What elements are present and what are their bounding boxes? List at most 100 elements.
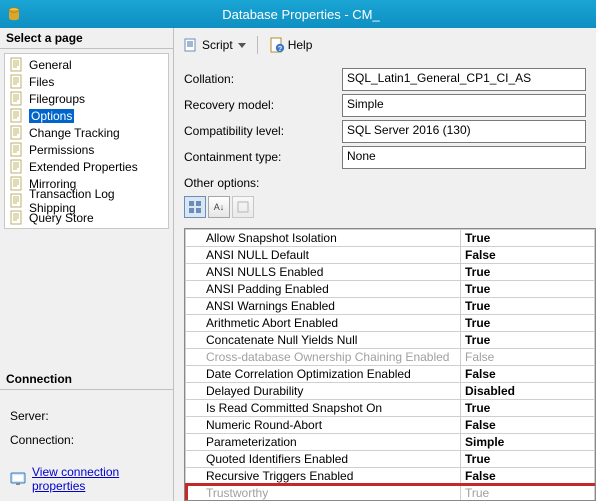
grid-cell-name: Trustworthy xyxy=(186,485,461,501)
grid-row[interactable]: ANSI Padding EnabledTrue xyxy=(186,281,595,298)
grid-row[interactable]: ParameterizationSimple xyxy=(186,434,595,451)
grid-row[interactable]: Date Correlation Optimization EnabledFal… xyxy=(186,366,595,383)
grid-row[interactable]: Is Read Committed Snapshot OnTrue xyxy=(186,400,595,417)
property-pages-button[interactable] xyxy=(232,196,254,218)
grid-cell-name: Cross-database Ownership Chaining Enable… xyxy=(186,349,461,366)
page-icon xyxy=(9,159,25,175)
grid-row[interactable]: TrustworthyTrue xyxy=(186,485,595,501)
grid-cell-value: True xyxy=(461,281,595,298)
grid-row[interactable]: Cross-database Ownership Chaining Enable… xyxy=(186,349,595,366)
page-icon xyxy=(9,176,25,192)
server-label: Server: xyxy=(10,409,163,423)
grid-cell-name: Parameterization xyxy=(186,434,461,451)
app-icon xyxy=(6,6,22,22)
sidebar-item-general[interactable]: General xyxy=(5,56,168,73)
connection-icon xyxy=(10,471,26,487)
page-icon xyxy=(9,193,25,209)
help-label: Help xyxy=(288,38,313,52)
connection-label: Connection: xyxy=(10,433,163,447)
grid-cell-value: True xyxy=(461,400,595,417)
grid-cell-value: False xyxy=(461,247,595,264)
sidebar-item-label: Filegroups xyxy=(29,92,85,106)
grid-cell-name: Recursive Triggers Enabled xyxy=(186,468,461,485)
grid-row[interactable]: Recursive Triggers EnabledFalse xyxy=(186,468,595,485)
sidebar-item-transaction-log-shipping[interactable]: Transaction Log Shipping xyxy=(5,192,168,209)
page-icon xyxy=(9,210,25,226)
grid-cell-value: Disabled xyxy=(461,383,595,400)
grid-cell-name: ANSI NULLS Enabled xyxy=(186,264,461,281)
connection-header: Connection xyxy=(0,369,173,390)
grid-cell-value: True xyxy=(461,230,595,247)
grid-cell-value: False xyxy=(461,366,595,383)
sidebar-item-extended-properties[interactable]: Extended Properties xyxy=(5,158,168,175)
grid-cell-name: Arithmetic Abort Enabled xyxy=(186,315,461,332)
script-label: Script xyxy=(202,38,233,52)
grid-cell-name: Numeric Round-Abort xyxy=(186,417,461,434)
collation-field[interactable]: SQL_Latin1_General_CP1_CI_AS xyxy=(342,68,586,91)
sidebar-item-options[interactable]: Options xyxy=(5,107,168,124)
grid-cell-value: True xyxy=(461,332,595,349)
alphabetical-button[interactable]: A↓ xyxy=(208,196,230,218)
sidebar-item-label: Permissions xyxy=(29,143,94,157)
grid-cell-value: False xyxy=(461,468,595,485)
grid-row[interactable]: Arithmetic Abort EnabledTrue xyxy=(186,315,595,332)
sidebar-item-label: Change Tracking xyxy=(29,126,120,140)
page-icon xyxy=(9,74,25,90)
grid-cell-name: ANSI Warnings Enabled xyxy=(186,298,461,315)
grid-cell-value: True xyxy=(461,298,595,315)
help-button[interactable]: ? Help xyxy=(266,34,316,56)
grid-row[interactable]: ANSI NULLS EnabledTrue xyxy=(186,264,595,281)
options-grid[interactable]: Allow Snapshot IsolationTrueANSI NULL De… xyxy=(184,228,596,501)
compat-label: Compatibility level: xyxy=(184,124,334,138)
other-options-label: Other options: xyxy=(184,176,586,190)
titlebar: Database Properties - CM_ xyxy=(0,0,596,28)
grid-row[interactable]: Delayed DurabilityDisabled xyxy=(186,383,595,400)
window-title: Database Properties - CM_ xyxy=(28,7,596,22)
grid-cell-value: False xyxy=(461,349,595,366)
categorized-button[interactable] xyxy=(184,196,206,218)
select-page-header: Select a page xyxy=(0,28,173,49)
view-connection-link[interactable]: View connection properties xyxy=(32,465,163,493)
collation-label: Collation: xyxy=(184,72,334,86)
sidebar-item-permissions[interactable]: Permissions xyxy=(5,141,168,158)
toolbar: Script ? Help xyxy=(174,28,596,62)
script-button[interactable]: Script xyxy=(180,34,249,56)
sidebar-item-label: General xyxy=(29,58,72,72)
grid-cell-name: Concatenate Null Yields Null xyxy=(186,332,461,349)
grid-row[interactable]: Quoted Identifiers EnabledTrue xyxy=(186,451,595,468)
grid-row[interactable]: Allow Snapshot IsolationTrue xyxy=(186,230,595,247)
grid-cell-name: Allow Snapshot Isolation xyxy=(186,230,461,247)
grid-row[interactable]: ANSI Warnings EnabledTrue xyxy=(186,298,595,315)
page-icon xyxy=(9,125,25,141)
sidebar-item-files[interactable]: Files xyxy=(5,73,168,90)
grid-cell-value: True xyxy=(461,264,595,281)
grid-cell-name: Quoted Identifiers Enabled xyxy=(186,451,461,468)
grid-cell-value: Simple xyxy=(461,434,595,451)
containment-label: Containment type: xyxy=(184,150,334,164)
sidebar-item-change-tracking[interactable]: Change Tracking xyxy=(5,124,168,141)
grid-cell-name: Date Correlation Optimization Enabled xyxy=(186,366,461,383)
sidebar-item-filegroups[interactable]: Filegroups xyxy=(5,90,168,107)
grid-cell-value: True xyxy=(461,485,595,501)
compat-field[interactable]: SQL Server 2016 (130) xyxy=(342,120,586,143)
sidebar-item-label: Query Store xyxy=(29,211,94,225)
grid-cell-value: False xyxy=(461,417,595,434)
grid-row[interactable]: Numeric Round-AbortFalse xyxy=(186,417,595,434)
page-tree: General Files Filegroups Options Change Trac… xyxy=(4,53,169,229)
containment-field[interactable]: None xyxy=(342,146,586,169)
grid-cell-value: True xyxy=(461,315,595,332)
grid-cell-name: ANSI NULL Default xyxy=(186,247,461,264)
chevron-down-icon xyxy=(238,43,246,48)
sidebar-item-label: Options xyxy=(29,109,74,123)
grid-row[interactable]: ANSI NULL DefaultFalse xyxy=(186,247,595,264)
sidebar-item-label: Files xyxy=(29,75,54,89)
grid-cell-name: Is Read Committed Snapshot On xyxy=(186,400,461,417)
grid-row[interactable]: Concatenate Null Yields NullTrue xyxy=(186,332,595,349)
svg-text:?: ? xyxy=(278,46,282,53)
page-icon xyxy=(9,91,25,107)
page-icon xyxy=(9,108,25,124)
grid-cell-name: ANSI Padding Enabled xyxy=(186,281,461,298)
grid-cell-name: Delayed Durability xyxy=(186,383,461,400)
page-icon xyxy=(9,142,25,158)
recovery-field[interactable]: Simple xyxy=(342,94,586,117)
